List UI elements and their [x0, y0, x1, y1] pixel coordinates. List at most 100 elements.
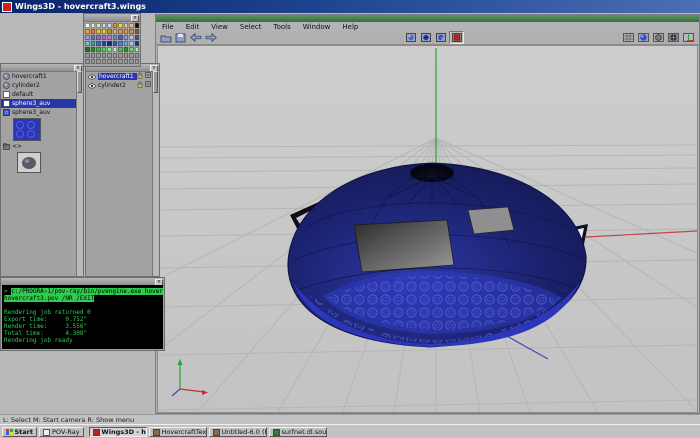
palette-swatch-6-2[interactable] [96, 59, 101, 64]
menu-edit[interactable]: Edit [180, 23, 206, 31]
palette-swatch-1-9[interactable] [135, 29, 140, 34]
palette-swatch-3-6[interactable] [118, 41, 123, 46]
outliner-item-cylinder2[interactable]: cylinder2 [1, 81, 76, 90]
texture-thumbnail[interactable] [13, 118, 41, 141]
palette-swatch-3-5[interactable] [113, 41, 118, 46]
palette-close-icon[interactable]: × [131, 15, 139, 22]
taskbar-gimp-task-button[interactable]: HovercraftTexture.xcf-2... [149, 427, 207, 437]
palette-swatch-1-7[interactable] [124, 29, 129, 34]
palette-swatch-5-9[interactable] [135, 53, 140, 58]
palette-swatch-0-0[interactable] [85, 23, 90, 28]
outliner-item-rendered[interactable]: <> [1, 142, 76, 151]
menu-window[interactable]: Window [297, 23, 337, 31]
outliner-item-sphere3_auv[interactable]: sphere3_auv [1, 108, 76, 117]
palette-swatch-0-2[interactable] [96, 23, 101, 28]
palette-swatch-5-1[interactable] [91, 53, 96, 58]
taskbar-browser-task-button[interactable]: surfnet.dl.sourceforge.n... [269, 427, 327, 437]
palette-swatch-1-4[interactable] [107, 29, 112, 34]
palette-swatch-2-8[interactable] [129, 35, 134, 40]
palette-swatch-3-8[interactable] [129, 41, 134, 46]
groundplane-toggle-icon[interactable] [622, 32, 635, 43]
edge-mode-icon[interactable] [419, 32, 432, 43]
palette-swatch-4-6[interactable] [118, 47, 123, 52]
geometry-graph-item-cylinder2[interactable]: cylinder2 [86, 81, 152, 90]
lock-icon[interactable] [137, 72, 143, 81]
redo-arrow-icon[interactable] [204, 32, 217, 43]
palette-swatch-1-2[interactable] [96, 29, 101, 34]
povray-task-button[interactable]: POV-Ray [39, 427, 84, 437]
open-folder-icon[interactable] [159, 32, 172, 43]
palette-swatch-6-4[interactable] [107, 59, 112, 64]
palette-swatch-6-6[interactable] [118, 59, 123, 64]
palette-swatch-6-0[interactable] [85, 59, 90, 64]
palette-swatch-4-4[interactable] [107, 47, 112, 52]
palette-swatch-5-2[interactable] [96, 53, 101, 58]
outliner-scrollbar[interactable] [76, 71, 83, 276]
wire-toggle-icon[interactable] [145, 81, 151, 90]
palette-swatch-6-9[interactable] [135, 59, 140, 64]
taskbar-gimp-task-button[interactable]: Untitled-6.0 (RGB, 1 lay... [209, 427, 267, 437]
palette-swatch-2-0[interactable] [85, 35, 90, 40]
viewport-3d[interactable] [157, 45, 698, 413]
geometry-window-header[interactable] [156, 15, 699, 22]
palette-swatch-3-0[interactable] [85, 41, 90, 46]
palette-swatch-4-2[interactable] [96, 47, 101, 52]
palette-swatch-0-7[interactable] [124, 23, 129, 28]
lock-icon[interactable] [137, 81, 143, 90]
palette-swatch-0-8[interactable] [129, 23, 134, 28]
window-titlebar[interactable]: Wings3D - hovercraft3.wings [0, 0, 700, 13]
palette-swatch-5-6[interactable] [118, 53, 123, 58]
body-mode-icon[interactable] [449, 31, 464, 44]
palette-swatch-4-5[interactable] [113, 47, 118, 52]
undo-arrow-icon[interactable] [189, 32, 202, 43]
rendered-thumbnail[interactable] [17, 152, 41, 173]
palette-swatch-1-8[interactable] [129, 29, 134, 34]
flat-shaded-icon[interactable] [652, 32, 665, 43]
palette-swatch-3-7[interactable] [124, 41, 129, 46]
palette-swatch-4-3[interactable] [102, 47, 107, 52]
palette-swatch-2-1[interactable] [91, 35, 96, 40]
palette-swatch-1-6[interactable] [118, 29, 123, 34]
palette-swatch-5-7[interactable] [124, 53, 129, 58]
palette-swatch-6-5[interactable] [113, 59, 118, 64]
palette-swatch-5-8[interactable] [129, 53, 134, 58]
palette-swatch-2-3[interactable] [102, 35, 107, 40]
palette-swatch-3-9[interactable] [135, 41, 140, 46]
palette-swatch-1-1[interactable] [91, 29, 96, 34]
taskbar-wings3d-task-button[interactable]: Wings3D - hovercraft... [89, 427, 147, 437]
menu-view[interactable]: View [205, 23, 234, 31]
smooth-shaded-icon[interactable] [637, 32, 650, 43]
save-icon[interactable] [174, 32, 187, 43]
start-button[interactable]: Start [2, 427, 37, 437]
palette-swatch-1-3[interactable] [102, 29, 107, 34]
palette-swatch-5-0[interactable] [85, 53, 90, 58]
palette-swatch-2-2[interactable] [96, 35, 101, 40]
palette-swatch-3-3[interactable] [102, 41, 107, 46]
palette-swatch-1-0[interactable] [85, 29, 90, 34]
palette-swatch-0-1[interactable] [91, 23, 96, 28]
outliner-item-hovercraft1[interactable]: hovercraft1 [1, 72, 76, 81]
wireframe-icon[interactable] [667, 32, 680, 43]
geometry-graph-item-hovercraft1[interactable]: hovercraft1 [86, 72, 152, 81]
face-mode-icon[interactable] [434, 32, 447, 43]
palette-swatch-1-5[interactable] [113, 29, 118, 34]
vertex-mode-icon[interactable] [404, 32, 417, 43]
eye-icon[interactable] [88, 74, 96, 80]
palette-swatch-5-4[interactable] [107, 53, 112, 58]
palette-swatch-6-7[interactable] [124, 59, 129, 64]
outliner-item-default[interactable]: default [1, 90, 76, 99]
palette-swatch-4-0[interactable] [85, 47, 90, 52]
palette-swatch-5-5[interactable] [113, 53, 118, 58]
palette-swatch-0-6[interactable] [118, 23, 123, 28]
palette-swatch-4-8[interactable] [129, 47, 134, 52]
palette-swatch-4-9[interactable] [135, 47, 140, 52]
palette-swatch-2-7[interactable] [124, 35, 129, 40]
palette-swatch-5-3[interactable] [102, 53, 107, 58]
palette-swatch-6-3[interactable] [102, 59, 107, 64]
palette-swatch-3-1[interactable] [91, 41, 96, 46]
axes-toggle-icon[interactable] [682, 32, 695, 43]
palette-swatch-4-7[interactable] [124, 47, 129, 52]
menu-help[interactable]: Help [336, 23, 364, 31]
palette-titlebar[interactable]: × [84, 14, 140, 22]
palette-swatch-3-4[interactable] [107, 41, 112, 46]
